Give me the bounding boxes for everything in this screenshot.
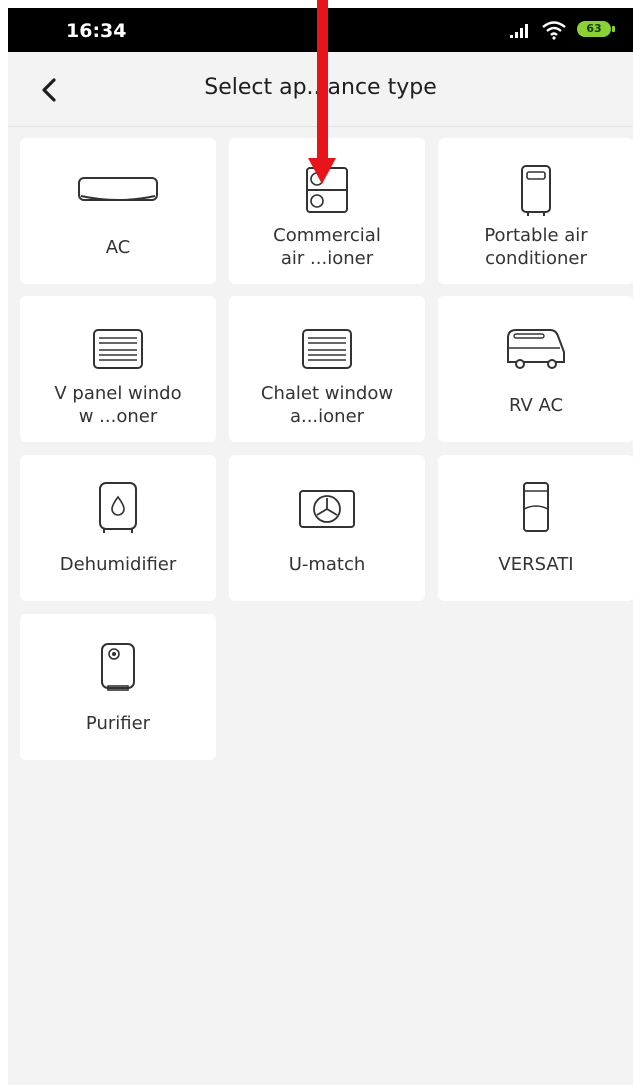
appliance-label: VERSATI (498, 554, 574, 575)
appliance-label: AC (105, 237, 131, 258)
dehumidifier-icon (99, 482, 137, 533)
rv-icon (507, 329, 565, 369)
appliance-card-u-match[interactable]: U-match (229, 455, 425, 601)
page-title: Select ap...ance type (204, 75, 437, 100)
battery-icon: 63 (577, 21, 617, 39)
window-ac-icon (93, 329, 143, 369)
window-ac-icon (302, 329, 352, 369)
appliance-label: Chalet window a...ioner (260, 383, 394, 427)
appliance-card-commercial-ac[interactable]: Commercial air ...ioner (229, 138, 425, 284)
status-icons: 63 (509, 18, 617, 42)
versati-icon (523, 482, 549, 532)
wifi-icon (542, 21, 566, 40)
status-bar: 16:34 63 (8, 8, 633, 52)
appliance-label: Commercial air ...ioner (273, 225, 381, 269)
appliance-label: V panel windo w ...oner (54, 383, 182, 427)
purifier-icon (101, 643, 135, 691)
portable-ac-icon (521, 165, 551, 216)
appliance-card-purifier[interactable]: Purifier (20, 614, 216, 760)
appliance-label: Portable air conditioner (484, 225, 588, 269)
appliance-card-portable-ac[interactable]: Portable air conditioner (438, 138, 633, 284)
phone-screen: 16:34 63 Select ap...ance type AC Commer… (8, 8, 633, 1085)
appliance-label: U-match (288, 554, 366, 575)
appliance-label: Dehumidifier (59, 554, 177, 575)
appliance-card-v-panel-window-ac[interactable]: V panel windo w ...oner (20, 296, 216, 442)
appliance-card-chalet-window-ac[interactable]: Chalet window a...ioner (229, 296, 425, 442)
appliance-card-rv-ac[interactable]: RV AC (438, 296, 633, 442)
ac-unit-icon (78, 177, 158, 201)
fan-unit-icon (299, 490, 355, 528)
appliance-label: RV AC (508, 395, 564, 416)
appliance-card-ac[interactable]: AC (20, 138, 216, 284)
status-time: 16:34 (66, 20, 127, 42)
appliance-label: Purifier (85, 713, 151, 734)
signal-icon (510, 24, 528, 38)
commercial-ac-icon (306, 167, 348, 213)
appliance-card-dehumidifier[interactable]: Dehumidifier (20, 455, 216, 601)
appliance-card-versati[interactable]: VERSATI (438, 455, 633, 601)
header: Select ap...ance type (8, 52, 633, 127)
battery-level: 63 (586, 22, 602, 35)
